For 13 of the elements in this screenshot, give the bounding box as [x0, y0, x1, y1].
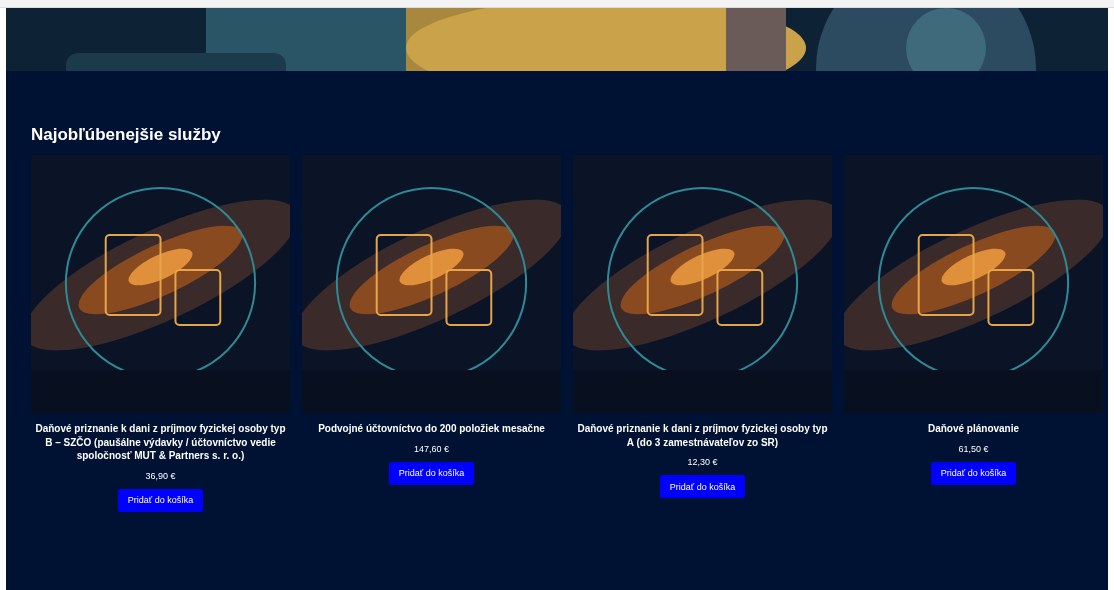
product-price: 147,60 € [413, 443, 449, 454]
add-to-cart-button[interactable]: Pridať do košíka [930, 461, 1017, 485]
product-title: Daňové priznanie k dani z príjmov fyzickej osoby typ B – SZČO (paušálne výdavky / účtovníctvo vedie spoločnosť MUT & Partners s. r. o.) [34, 422, 287, 463]
product-title: Podvojné účtovníctvo do 200 položiek mesačne [318, 422, 545, 436]
add-to-cart-button[interactable]: Pridať do košíka [117, 488, 204, 512]
product-price: 36,90 € [145, 470, 176, 481]
product-price: 12,30 € [687, 457, 718, 467]
product-title: Daňové plánovanie [927, 422, 1020, 436]
add-to-cart-button[interactable]: Pridať do košíka [659, 475, 746, 498]
product-price: 61,50 € [958, 443, 989, 454]
product-title: Daňové priznanie k dani z príjmov fyzickej osoby typ A (do 3 zamestnávateľov zo SR) [576, 422, 829, 449]
add-to-cart-button[interactable]: Pridať do košíka [388, 461, 475, 485]
section-heading: Najobľúbenejšie služby [31, 125, 222, 145]
